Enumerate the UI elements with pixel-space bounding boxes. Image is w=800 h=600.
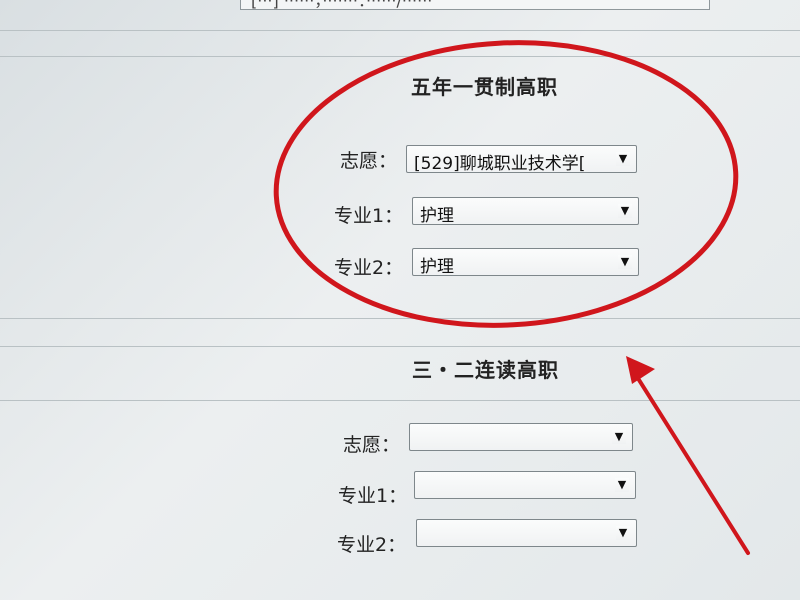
- red-circle-annotation: [273, 40, 739, 328]
- red-arrow-annotation: [632, 370, 750, 555]
- annotation-layer: [273, 40, 750, 555]
- page: [···] ······，·······：······/······ 五年一贯制…: [0, 0, 800, 600]
